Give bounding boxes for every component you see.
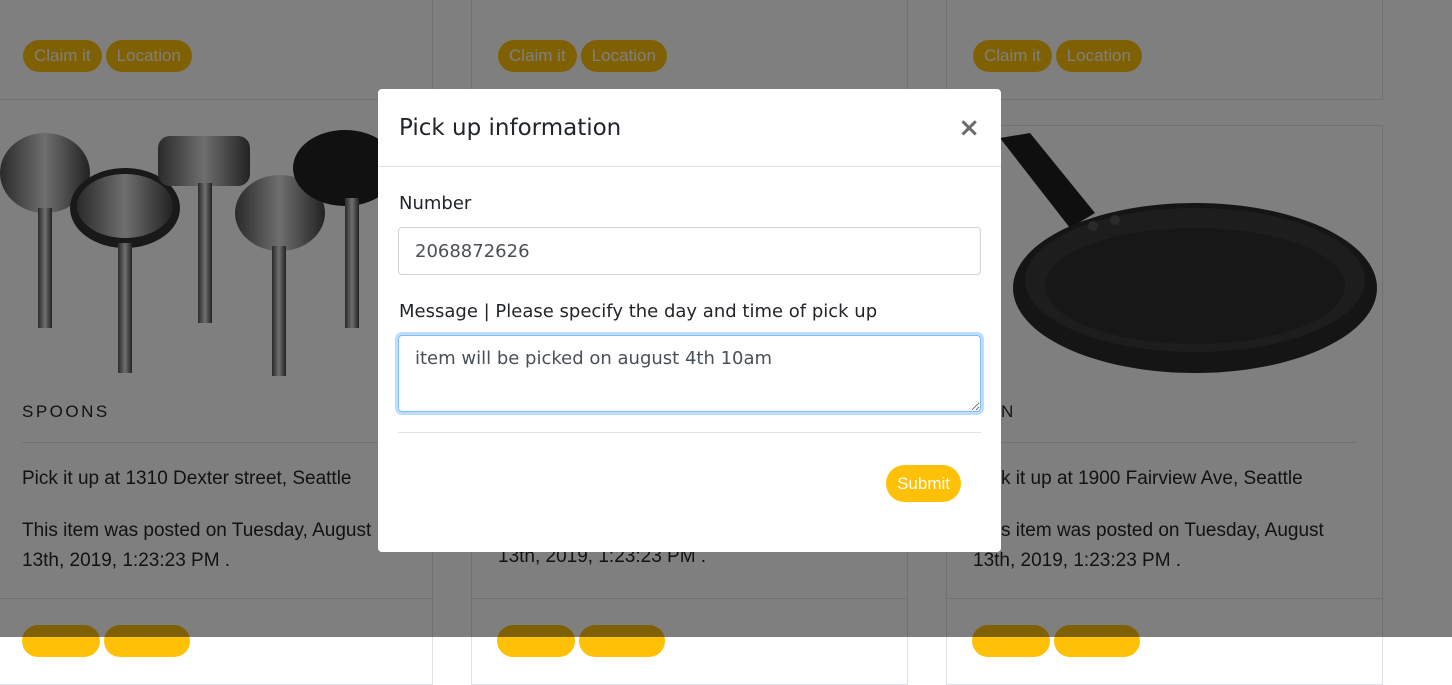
page: Claim itLocation SPOONS Pick it up at 13… [0, 0, 1452, 685]
close-icon[interactable]: × [958, 113, 980, 143]
number-field[interactable] [398, 227, 981, 275]
modal-header: Pick up information × [378, 89, 1001, 167]
message-textarea[interactable]: item will be picked on august 4th 10am [398, 335, 981, 412]
modal-divider [398, 432, 981, 433]
message-label: Message | Please specify the day and tim… [399, 301, 878, 322]
submit-button[interactable]: Submit [886, 465, 961, 502]
modal-title: Pick up information [399, 115, 622, 141]
pickup-modal: Pick up information × Number Message | P… [378, 89, 1001, 552]
number-label: Number [399, 193, 472, 214]
